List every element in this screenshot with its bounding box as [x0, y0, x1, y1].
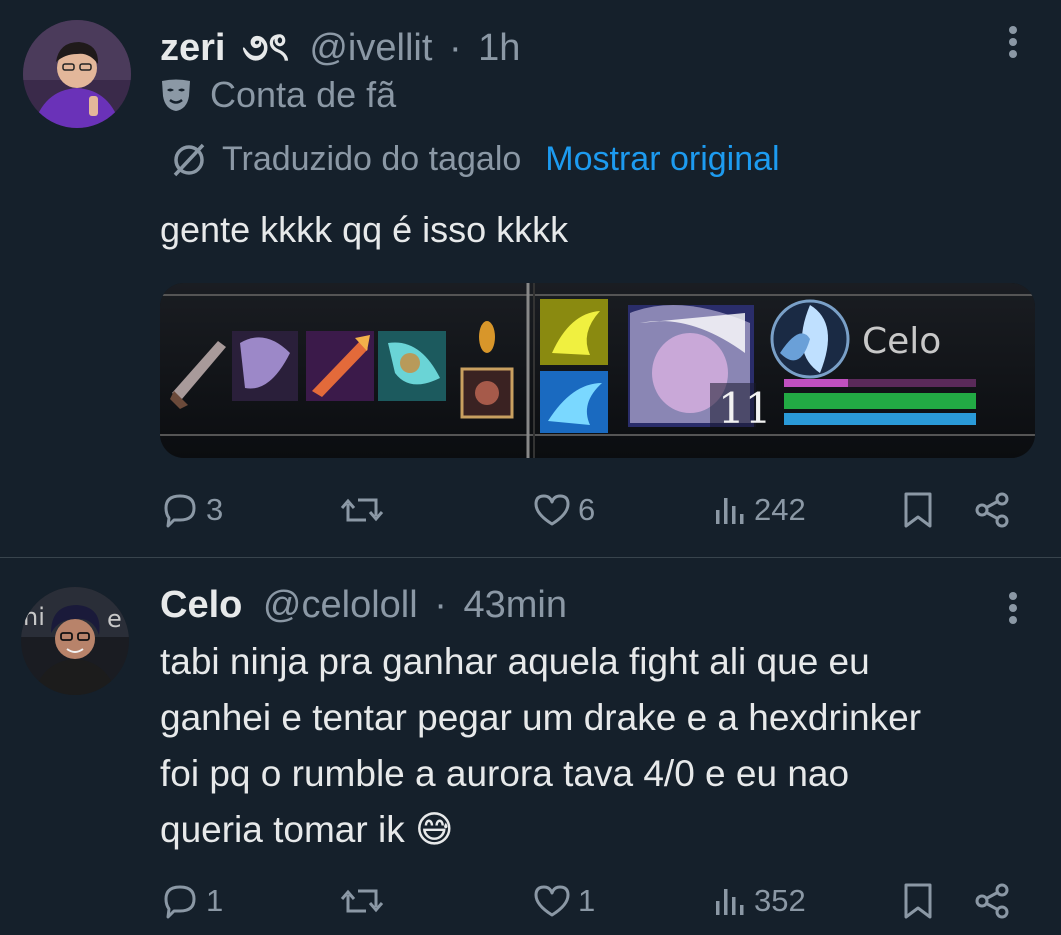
- sweat-smile-emoji: 😅: [415, 809, 454, 850]
- tweet-media-image[interactable]: 11 Celo: [160, 283, 1035, 458]
- mask-icon: [162, 79, 190, 111]
- reply-icon: [164, 885, 196, 919]
- timestamp[interactable]: 1h: [478, 27, 520, 69]
- svg-text:ni: ni: [23, 603, 45, 631]
- views-icon: [716, 889, 744, 915]
- bookmark-icon: [904, 883, 932, 919]
- svg-text:e: e: [107, 605, 122, 633]
- like-count: 6: [578, 492, 596, 527]
- text-line: tabi ninja pra ganhar aquela fight ali q…: [160, 641, 870, 682]
- dot-icon: [1009, 616, 1017, 624]
- display-name[interactable]: zeri: [160, 27, 225, 69]
- text-line: foi pq o rumble a aurora tava 4/0 e eu n…: [160, 753, 850, 794]
- retweet-button[interactable]: [340, 876, 384, 926]
- name-emoji: ૭ৎ: [242, 27, 289, 69]
- handle[interactable]: @ivellit: [309, 27, 432, 69]
- views-button[interactable]: 242: [712, 485, 806, 535]
- dot-icon: [1009, 592, 1017, 600]
- tweet-header: Celo @celololl · 43min: [160, 584, 567, 627]
- retweet-icon: [340, 889, 384, 913]
- views-button[interactable]: 352: [712, 876, 806, 926]
- dot-icon: [1009, 604, 1017, 612]
- dot-icon: [1009, 50, 1017, 58]
- timestamp[interactable]: 43min: [463, 584, 567, 626]
- display-name[interactable]: Celo: [160, 584, 242, 626]
- like-button[interactable]: 1: [532, 876, 595, 926]
- reply-button[interactable]: 3: [160, 485, 223, 535]
- reply-count: 3: [206, 492, 224, 527]
- avatar-celo[interactable]: ni e: [21, 587, 129, 695]
- player-name: Celo: [862, 321, 941, 362]
- reply-count: 1: [206, 883, 224, 918]
- views-count: 242: [754, 492, 806, 527]
- tweet-actions: 3 6 242: [160, 485, 1020, 535]
- more-options-button[interactable]: [1001, 590, 1025, 626]
- tweet-2[interactable]: ni e Celo @celololl · 43min tabi ninja p…: [0, 558, 1061, 935]
- handle[interactable]: @celololl: [263, 584, 418, 626]
- share-button[interactable]: [972, 876, 1012, 926]
- separator: ·: [434, 584, 447, 626]
- reply-button[interactable]: 1: [160, 876, 223, 926]
- tweet-actions: 1 1 352: [160, 876, 1020, 926]
- translation-note: Traduzido do tagalo: [222, 140, 522, 178]
- tweet-1[interactable]: zeri ૭ৎ @ivellit · 1h Conta de fã Traduz…: [0, 0, 1061, 558]
- separator: ·: [448, 27, 462, 69]
- like-count: 1: [578, 883, 596, 918]
- bookmark-icon: [904, 492, 932, 528]
- text-line: queria tomar ik 😅: [160, 802, 921, 858]
- retweet-icon: [340, 498, 384, 522]
- translate-icon: [173, 143, 205, 176]
- text-line: ganhei e tentar pegar um drake e a hexdr…: [160, 697, 922, 738]
- show-original-link[interactable]: Mostrar original: [545, 140, 779, 179]
- share-icon: [975, 492, 1009, 528]
- text-line-content: queria tomar ik: [160, 809, 405, 850]
- tweet-text: gente kkkk qq é isso kkkk: [160, 209, 569, 250]
- bookmark-button[interactable]: [900, 485, 936, 535]
- retweet-button[interactable]: [340, 485, 384, 535]
- views-icon: [716, 498, 744, 524]
- champion-level: 11: [718, 384, 771, 433]
- share-icon: [975, 883, 1009, 919]
- translation-bar: Traduzido do tagalo Mostrar original: [170, 140, 780, 179]
- views-count: 352: [754, 883, 806, 918]
- bookmark-button[interactable]: [900, 876, 936, 926]
- heart-icon: [534, 885, 570, 917]
- reply-icon: [164, 494, 196, 528]
- dot-icon: [1009, 26, 1017, 34]
- tweet-text: tabi ninja pra ganhar aquela fight ali q…: [160, 634, 921, 858]
- account-label-text: Conta de fã: [210, 74, 397, 115]
- heart-icon: [534, 494, 570, 526]
- account-label: Conta de fã: [160, 74, 396, 116]
- more-options-button[interactable]: [1001, 24, 1025, 60]
- tweet-header: zeri ૭ৎ @ivellit · 1h: [160, 18, 520, 82]
- like-button[interactable]: 6: [532, 485, 595, 535]
- dot-icon: [1009, 38, 1017, 46]
- share-button[interactable]: [972, 485, 1012, 535]
- avatar-zeri[interactable]: [23, 20, 131, 128]
